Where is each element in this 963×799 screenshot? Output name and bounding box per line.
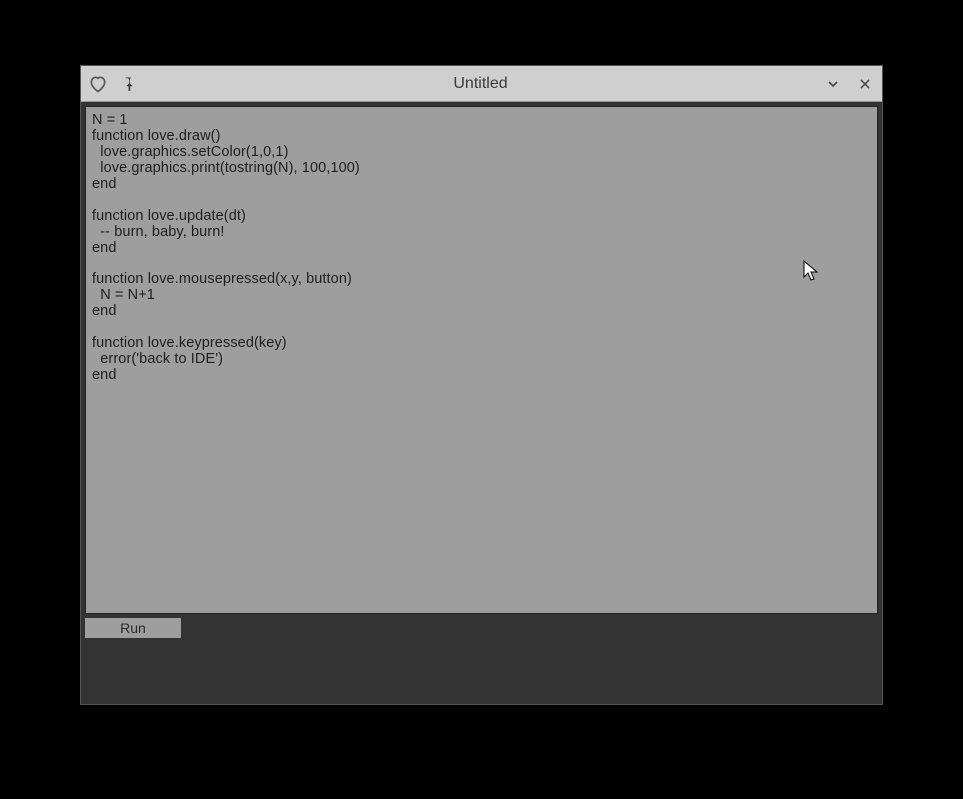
close-icon[interactable] — [854, 73, 876, 95]
run-button[interactable]: Run — [85, 618, 181, 638]
window-title: Untitled — [139, 75, 822, 93]
titlebar-left — [87, 73, 139, 95]
minimize-icon[interactable] — [822, 73, 844, 95]
code-editor[interactable]: N = 1 function love.draw() love.graphics… — [85, 106, 878, 614]
app-window: Untitled N = 1 function love.draw() love… — [80, 65, 883, 705]
titlebar-right — [822, 73, 876, 95]
code-content: N = 1 function love.draw() love.graphics… — [92, 113, 871, 384]
titlebar: Untitled — [81, 66, 882, 102]
heart-icon[interactable] — [87, 73, 109, 95]
pin-icon[interactable] — [117, 73, 139, 95]
bottom-bar: Run — [81, 614, 882, 704]
